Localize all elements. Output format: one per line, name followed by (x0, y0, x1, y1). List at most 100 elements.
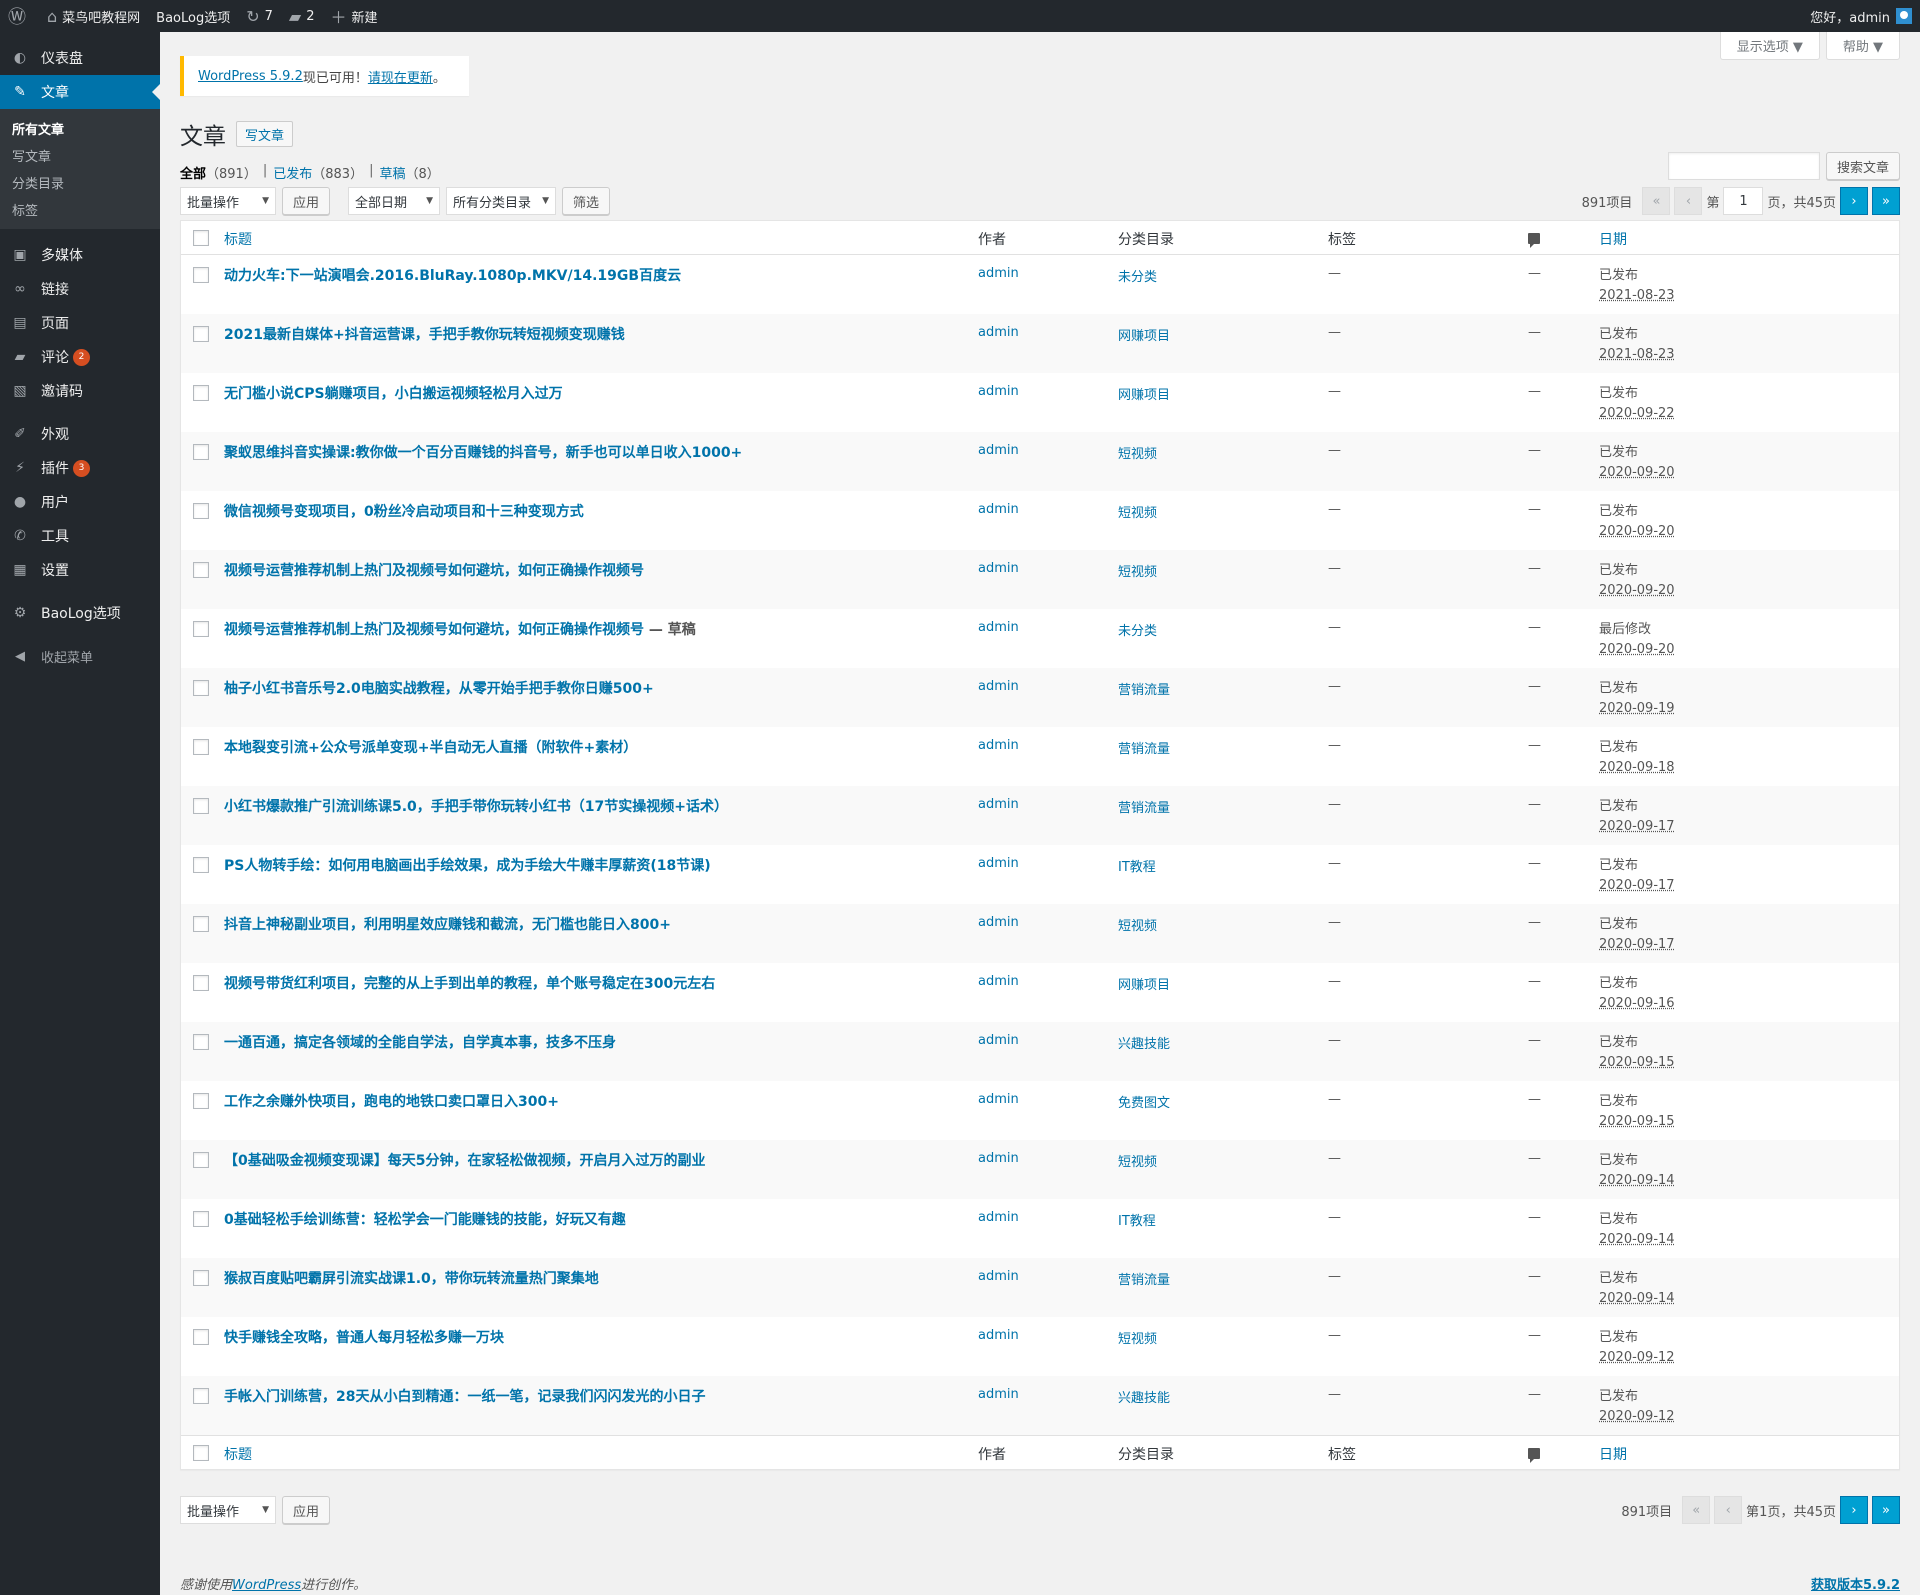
view-all-link[interactable]: 全部 (180, 163, 206, 182)
site-name-link[interactable]: ⌂ 菜鸟吧教程网 (39, 0, 148, 32)
post-title-link[interactable]: 小红书爆款推广引流训练课5.0，手把手带你玩转小红书（17节实操视频+话术） (224, 799, 728, 815)
post-title-link[interactable]: 本地裂变引流+公众号派单变现+半自动无人直播（附软件+素材） (224, 740, 637, 756)
select-all-checkbox[interactable] (193, 230, 209, 246)
post-title-link[interactable]: 视频号运营推荐机制上热门及视频号如何避坑，如何正确操作视频号 (224, 622, 644, 638)
date-column-header[interactable]: 日期 (1599, 229, 1627, 249)
view-published-link[interactable]: 已发布 (273, 163, 312, 182)
post-title-link[interactable]: 抖音上神秘副业项目，利用明星效应赚钱和截流，无门槛也能日入800+ (224, 917, 671, 933)
post-category-link[interactable]: 网赚项目 (1118, 974, 1170, 993)
post-title-link[interactable]: PS人物转手绘：如何用电脑画出手绘效果，成为手绘大牛赚丰厚薪资(18节课) (224, 858, 711, 874)
row-checkbox[interactable] (193, 1152, 209, 1168)
view-drafts-link[interactable]: 草稿 (379, 163, 405, 182)
post-title-link[interactable]: 柚子小红书音乐号2.0电脑实战教程，从零开始手把手教你日赚500+ (224, 681, 654, 697)
row-checkbox[interactable] (193, 267, 209, 283)
comments-link[interactable]: ▰ 2 (281, 0, 323, 32)
wordpress-footer-link[interactable]: WordPress (232, 1578, 301, 1593)
add-new-post-button[interactable]: 写文章 (236, 121, 294, 147)
row-checkbox[interactable] (193, 1270, 209, 1286)
post-category-link[interactable]: 营销流量 (1118, 1269, 1170, 1288)
row-checkbox[interactable] (193, 503, 209, 519)
bulk-apply-button-bottom[interactable]: 应用 (282, 1496, 331, 1524)
row-checkbox[interactable] (193, 1388, 209, 1404)
row-checkbox[interactable] (193, 975, 209, 991)
row-checkbox[interactable] (193, 326, 209, 342)
post-category-link[interactable]: 免费图文 (1118, 1092, 1170, 1111)
last-page-button[interactable]: » (1872, 187, 1900, 215)
prev-page-button[interactable]: ‹ (1674, 187, 1703, 215)
menu-item-6[interactable]: ▧ 邀请码 (0, 374, 160, 408)
row-checkbox[interactable] (193, 916, 209, 932)
row-checkbox[interactable] (193, 739, 209, 755)
menu-item-7[interactable]: ✐ 外观 (0, 417, 160, 451)
first-page-button[interactable]: « (1682, 1496, 1711, 1524)
menu-item-10[interactable]: ✆ 工具 (0, 519, 160, 553)
post-category-link[interactable]: 短视频 (1118, 443, 1157, 462)
post-category-link[interactable]: 短视频 (1118, 915, 1157, 934)
post-author-link[interactable]: admin (978, 856, 1019, 871)
row-checkbox[interactable] (193, 1093, 209, 1109)
post-title-link[interactable]: 视频号带货红利项目，完整的从上手到出单的教程，单个账号稳定在300元左右 (224, 976, 715, 992)
submenu-item-3[interactable]: 标签 (0, 196, 160, 223)
post-category-link[interactable]: 营销流量 (1118, 679, 1170, 698)
post-title-link[interactable]: 2021最新自媒体+抖音运营课，手把手教你玩转短视频变现赚钱 (224, 327, 625, 343)
post-author-link[interactable]: admin (978, 443, 1019, 458)
post-category-link[interactable]: 未分类 (1118, 266, 1157, 285)
row-checkbox[interactable] (193, 385, 209, 401)
post-author-link[interactable]: admin (978, 1269, 1019, 1284)
post-category-link[interactable]: 兴趣技能 (1118, 1033, 1170, 1052)
submenu-item-1[interactable]: 写文章 (0, 142, 160, 169)
menu-item-12[interactable]: ⚙ BaoLog选项 (0, 596, 160, 630)
post-author-link[interactable]: admin (978, 1092, 1019, 1107)
post-category-link[interactable]: 兴趣技能 (1118, 1387, 1170, 1406)
update-now-link[interactable]: 请现在更新 (368, 67, 433, 86)
post-title-link[interactable]: 猴叔百度贴吧霸屏引流实战课1.0，带你玩转流量热门聚集地 (224, 1271, 599, 1287)
post-title-link[interactable]: 无门槛小说CPS躺赚项目，小白搬运视频轻松月入过万 (224, 386, 563, 402)
post-author-link[interactable]: admin (978, 561, 1019, 576)
row-checkbox[interactable] (193, 444, 209, 460)
post-category-link[interactable]: 网赚项目 (1118, 384, 1170, 403)
title-column-header[interactable]: 标题 (224, 229, 964, 249)
post-author-link[interactable]: admin (978, 915, 1019, 930)
post-title-link[interactable]: 0基础轻松手绘训练营：轻松学会一门能赚钱的技能，好玩又有趣 (224, 1212, 626, 1228)
post-author-link[interactable]: admin (978, 1328, 1019, 1343)
post-title-link[interactable]: 微信视频号变现项目，0粉丝冷启动项目和十三种变现方式 (224, 504, 584, 520)
updates-link[interactable]: ↻ 7 (238, 0, 281, 32)
screen-options-button[interactable]: 显示选项 ▼ (1719, 32, 1820, 60)
bulk-apply-button[interactable]: 应用 (282, 187, 331, 215)
row-checkbox[interactable] (193, 798, 209, 814)
row-checkbox[interactable] (193, 680, 209, 696)
post-author-link[interactable]: admin (978, 1210, 1019, 1225)
submenu-item-0[interactable]: 所有文章 (0, 115, 160, 142)
post-title-link[interactable]: 一通百通，搞定各领域的全能自学法，自学真本事，技多不压身 (224, 1035, 616, 1051)
post-author-link[interactable]: admin (978, 1151, 1019, 1166)
post-category-link[interactable]: 短视频 (1118, 1328, 1157, 1347)
wp-logo-menu[interactable]: Ⓦ (0, 0, 39, 32)
collapse-menu-button[interactable]: ◀ 收起菜单 (0, 639, 160, 673)
post-author-link[interactable]: admin (978, 1387, 1019, 1402)
row-checkbox[interactable] (193, 562, 209, 578)
bulk-action-select-bottom[interactable]: 批量操作 ▼ (180, 1496, 276, 1524)
search-posts-button[interactable]: 搜索文章 (1825, 152, 1900, 180)
post-author-link[interactable]: admin (978, 266, 1019, 281)
row-checkbox[interactable] (193, 621, 209, 637)
filter-button[interactable]: 筛选 (562, 187, 611, 215)
next-page-button[interactable]: › (1840, 187, 1868, 215)
date-column-footer[interactable]: 日期 (1599, 1444, 1627, 1464)
post-title-link[interactable]: 工作之余赚外快项目，跑电的地铁口卖口罩日入300+ (224, 1094, 559, 1110)
my-account-link[interactable]: 您好，admin (1802, 0, 1920, 32)
post-category-link[interactable]: 短视频 (1118, 1151, 1157, 1170)
new-content-link[interactable]: ＋ 新建 (323, 0, 386, 32)
post-title-link[interactable]: 视频号运营推荐机制上热门及视频号如何避坑，如何正确操作视频号 (224, 563, 644, 579)
post-category-link[interactable]: 营销流量 (1118, 738, 1170, 757)
post-title-link[interactable]: 聚蚁思维抖音实操课:教你做一个百分百赚钱的抖音号，新手也可以单日收入1000+ (224, 445, 742, 461)
last-page-button[interactable]: » (1872, 1496, 1900, 1524)
menu-item-8[interactable]: ⚡ 插件 3 (0, 451, 160, 485)
next-page-button[interactable]: › (1840, 1496, 1868, 1524)
post-category-link[interactable]: IT教程 (1118, 856, 1156, 875)
post-category-link[interactable]: 营销流量 (1118, 797, 1170, 816)
row-checkbox[interactable] (193, 1329, 209, 1345)
post-category-link[interactable]: 未分类 (1118, 620, 1157, 639)
post-category-link[interactable]: 网赚项目 (1118, 325, 1170, 344)
title-column-footer[interactable]: 标题 (224, 1444, 964, 1464)
first-page-button[interactable]: « (1642, 187, 1671, 215)
